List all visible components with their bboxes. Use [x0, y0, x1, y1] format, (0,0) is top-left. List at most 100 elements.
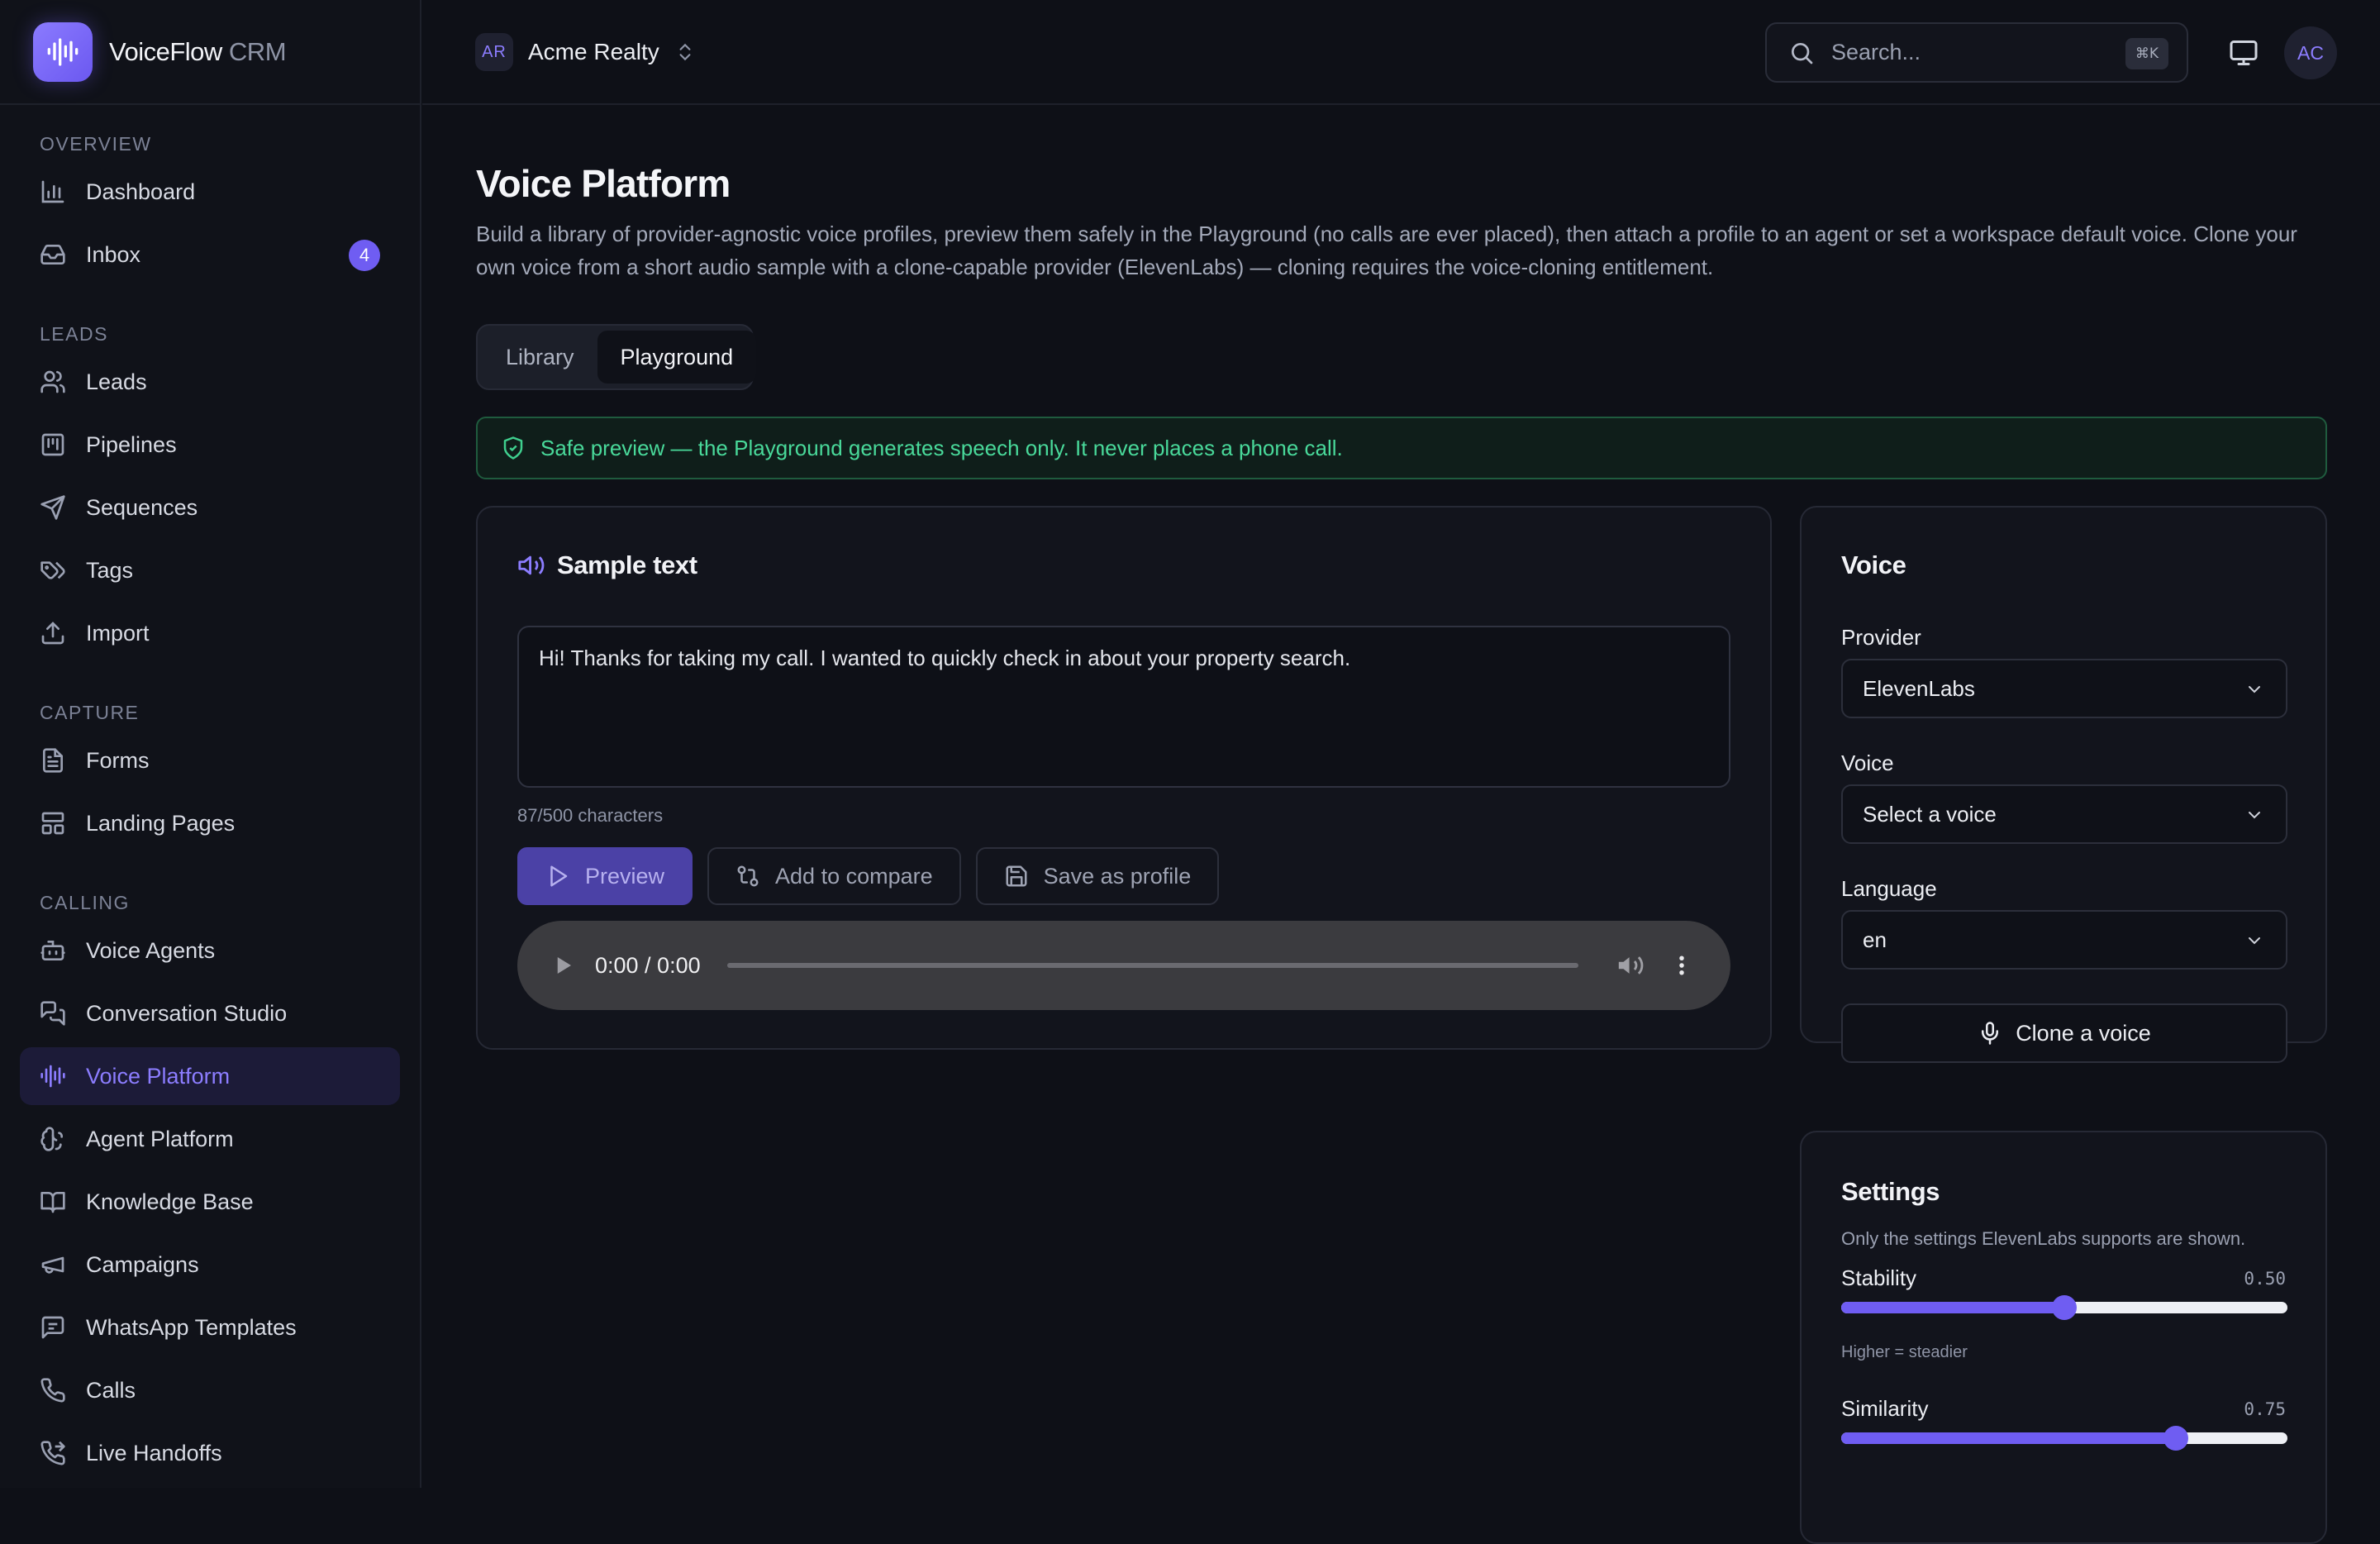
- add-to-compare-button[interactable]: Add to compare: [707, 847, 961, 905]
- sidebar-item-forms[interactable]: Forms: [20, 731, 400, 789]
- sidebar-item-campaigns[interactable]: Campaigns: [20, 1236, 400, 1294]
- sidebar-item-voice-platform[interactable]: Voice Platform: [20, 1047, 400, 1105]
- sidebar-item-label: Landing Pages: [86, 810, 236, 836]
- bot-icon: [40, 941, 65, 960]
- sidebar-item-label: Campaigns: [86, 1251, 199, 1277]
- similarity-slider[interactable]: [1841, 1426, 2287, 1451]
- volume-icon[interactable]: [1616, 951, 1645, 979]
- similarity-slider-fill: [1841, 1432, 2176, 1444]
- sidebar-item-label: Import: [86, 620, 150, 646]
- tab-library[interactable]: Library: [483, 331, 597, 384]
- git-compare-icon: [737, 865, 759, 887]
- user-avatar[interactable]: AC: [2284, 26, 2337, 79]
- sidebar-item-leads[interactable]: Leads: [20, 353, 400, 411]
- language-select-value: en: [1863, 927, 1887, 952]
- sidebar-item-calls[interactable]: Calls: [20, 1361, 400, 1419]
- sidebar-item-pipelines[interactable]: Pipelines: [20, 416, 400, 474]
- sidebar-item-conversation-studio[interactable]: Conversation Studio: [20, 984, 400, 1042]
- voice-select-value: Select a voice: [1863, 801, 1997, 827]
- sidebar-item-live-handoffs[interactable]: Live Handoffs: [20, 1424, 400, 1482]
- clone-voice-label: Clone a voice: [2016, 1020, 2151, 1046]
- sidebar-item-sequences[interactable]: Sequences: [20, 479, 400, 536]
- phone-forward-icon: [40, 1441, 65, 1465]
- sidebar-item-label: Forms: [86, 747, 150, 773]
- stability-label: Stability: [1841, 1265, 1917, 1290]
- voice-select[interactable]: Select a voice: [1841, 784, 2287, 844]
- sidebar-item-label: Agent Platform: [86, 1126, 234, 1151]
- play-icon: [550, 865, 568, 887]
- preview-button[interactable]: Preview: [517, 847, 693, 905]
- sidebar: VoiceFlow CRM OVERVIEW Dashboard Inbox 4…: [0, 0, 421, 1488]
- character-count: 87/500 characters: [517, 805, 664, 826]
- sidebar-item-label: Inbox: [86, 241, 141, 267]
- sample-text-title: Sample text: [557, 550, 697, 579]
- sidebar-item-whatsapp-templates[interactable]: WhatsApp Templates: [20, 1299, 400, 1356]
- sample-text-input[interactable]: [517, 626, 1730, 788]
- stability-slider[interactable]: [1841, 1295, 2287, 1320]
- bar-chart-icon: [41, 180, 64, 203]
- tags-icon: [40, 561, 65, 579]
- topbar: AR Acme Realty Search... ⌘K AC: [422, 0, 2380, 105]
- mic-icon: [1982, 1022, 1999, 1045]
- users-icon: [40, 370, 65, 393]
- preview-button-label: Preview: [585, 863, 665, 889]
- brain-icon: [40, 1127, 64, 1151]
- sidebar-item-label: Sequences: [86, 494, 198, 520]
- sidebar-item-label: Pipelines: [86, 431, 177, 457]
- sample-text-card: Sample text 87/500 characters Preview Ad…: [476, 506, 1772, 1050]
- kanban-icon: [41, 433, 64, 456]
- stability-slider-fill: [1841, 1302, 2064, 1313]
- provider-label: Provider: [1841, 625, 1921, 650]
- voice-card-title: Voice: [1841, 550, 1906, 579]
- save-icon: [1006, 865, 1027, 887]
- sidebar-item-agent-platform[interactable]: Agent Platform: [20, 1110, 400, 1168]
- sidebar-item-import[interactable]: Import: [20, 604, 400, 662]
- provider-select[interactable]: ElevenLabs: [1841, 659, 2287, 718]
- brand-suffix: CRM: [228, 36, 287, 66]
- file-text-icon: [43, 748, 63, 773]
- settings-subtitle: Only the settings ElevenLabs supports ar…: [1841, 1228, 2246, 1249]
- language-label: Language: [1841, 876, 1937, 901]
- book-icon: [40, 1192, 65, 1213]
- similarity-value: 0.75: [2244, 1399, 2286, 1419]
- page-title: Voice Platform: [476, 162, 731, 205]
- voice-label: Voice: [1841, 751, 1894, 775]
- megaphone-icon: [41, 1256, 64, 1274]
- sidebar-item-tags[interactable]: Tags: [20, 541, 400, 599]
- save-as-profile-button[interactable]: Save as profile: [975, 847, 1220, 905]
- sidebar-item-label: Voice Platform: [86, 1063, 231, 1089]
- audio-progress-track[interactable]: [726, 963, 1578, 968]
- message-square-icon: [41, 1316, 64, 1339]
- nav-section-calling: CALLING: [40, 892, 130, 913]
- similarity-slider-thumb[interactable]: [2163, 1426, 2188, 1451]
- notice-text: Safe preview — the Playground generates …: [540, 435, 1343, 460]
- language-select[interactable]: en: [1841, 910, 2287, 970]
- sidebar-item-knowledge-base[interactable]: Knowledge Base: [20, 1173, 400, 1231]
- sidebar-item-dashboard[interactable]: Dashboard: [20, 163, 400, 221]
- stability-slider-thumb[interactable]: [2052, 1295, 2077, 1320]
- sidebar-item-inbox[interactable]: Inbox 4: [20, 226, 400, 284]
- page-description: Build a library of provider-agnostic voi…: [476, 222, 2297, 279]
- sample-actions: Preview Add to compare Save as profile: [517, 847, 1220, 905]
- volume-icon: [518, 555, 545, 575]
- similarity-label: Similarity: [1841, 1396, 1929, 1421]
- monitor-icon[interactable]: [2229, 38, 2259, 68]
- workspace-switcher[interactable]: AR Acme Realty: [475, 33, 696, 71]
- nav-section-overview: OVERVIEW: [40, 133, 152, 155]
- upload-icon: [41, 622, 64, 645]
- nav-section-leads: LEADS: [40, 323, 108, 345]
- brand: VoiceFlow CRM: [0, 0, 420, 105]
- tab-playground[interactable]: Playground: [597, 331, 757, 384]
- search-icon: [1792, 42, 1813, 64]
- search-input[interactable]: Search... ⌘K: [1765, 22, 2188, 83]
- nav-section-capture: CAPTURE: [40, 702, 140, 723]
- workspace-avatar: AR: [475, 33, 513, 71]
- more-vertical-icon[interactable]: [1669, 953, 1694, 978]
- play-icon[interactable]: [550, 953, 575, 978]
- audio-time: 0:00 / 0:00: [595, 952, 701, 978]
- sidebar-item-landing-pages[interactable]: Landing Pages: [20, 794, 400, 852]
- clone-voice-button[interactable]: Clone a voice: [1841, 1003, 2287, 1063]
- add-to-compare-label: Add to compare: [775, 863, 933, 889]
- sidebar-item-label: Leads: [86, 369, 147, 394]
- sidebar-item-voice-agents[interactable]: Voice Agents: [20, 922, 400, 979]
